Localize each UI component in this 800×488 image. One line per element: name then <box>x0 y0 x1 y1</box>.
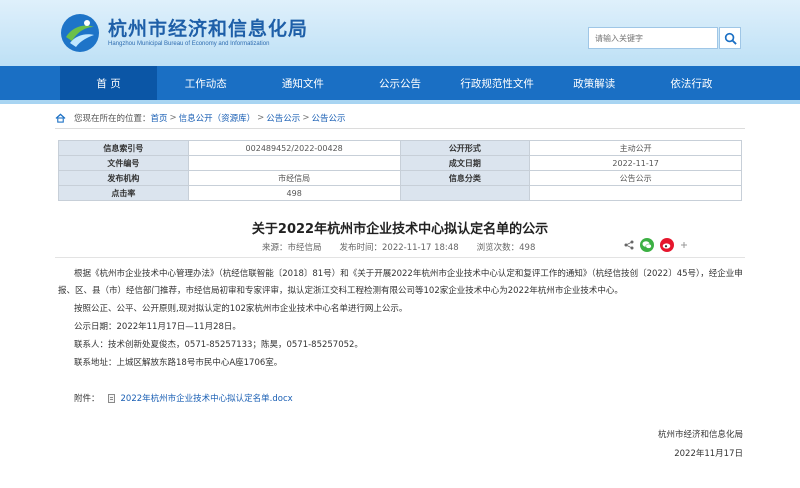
nav-item-regulations[interactable]: 行政规范性文件 <box>449 66 546 100</box>
table-label: 成文日期 <box>399 155 531 171</box>
nav-item-work-news[interactable]: 工作动态 <box>157 66 254 100</box>
table-value: 市经信局 <box>187 170 401 186</box>
home-icon <box>55 113 66 123</box>
nav-item-law[interactable]: 依法行政 <box>643 66 740 100</box>
weibo-icon[interactable] <box>660 238 674 252</box>
search-input[interactable] <box>589 28 717 48</box>
attachment-link[interactable]: 2022年杭州市企业技术中心拟认定名单.docx <box>121 392 293 404</box>
table-row: 发布机构 市经信局 信息分类 公告公示 <box>58 170 742 186</box>
search-box <box>588 27 718 49</box>
attachment-row: 附件： 2022年杭州市企业技术中心拟认定名单.docx <box>74 392 293 404</box>
signature: 杭州市经济和信息化局 <box>657 430 743 440</box>
table-value <box>187 155 401 171</box>
breadcrumb-prefix: 您现在所在的位置： <box>74 114 151 124</box>
breadcrumb-home[interactable]: 首页 <box>151 112 168 124</box>
nav-item-announcements[interactable]: 公示公告 <box>351 66 448 100</box>
plus-icon[interactable] <box>680 241 688 249</box>
breadcrumb: 您现在所在的位置： 首页 > 信息公开（资源库） > 公告公示 > 公告公示 <box>55 110 745 126</box>
table-value: 2022-11-17 <box>529 155 742 171</box>
breadcrumb-divider <box>55 128 745 129</box>
table-row: 点击率 498 <box>58 185 742 201</box>
article-paragraph: 联系地址：上城区解放东路18号市民中心A座1706室。 <box>74 358 283 368</box>
article-paragraph: 根据《杭州市企业技术中心管理办法》（杭经信联智能〔2018〕81号）和《关于开展… <box>58 269 743 296</box>
site-title[interactable]: 杭州市经济和信息化局 <box>108 14 308 41</box>
nav-item-policy[interactable]: 政策解读 <box>546 66 643 100</box>
search-icon <box>724 32 737 45</box>
article-body: 根据《杭州市企业技术中心管理办法》（杭经信联智能〔2018〕81号）和《关于开展… <box>58 266 743 372</box>
article-divider <box>55 257 745 258</box>
breadcrumb-separator: > <box>257 113 265 123</box>
share-icon[interactable] <box>624 240 634 250</box>
article-title: 关于2022年杭州市企业技术中心拟认定名单的公示 <box>251 222 549 237</box>
breadcrumb-info-open[interactable]: 信息公开（资源库） <box>179 112 256 124</box>
table-label: 公开形式 <box>399 140 531 156</box>
nav-item-notices[interactable]: 通知文件 <box>254 66 351 100</box>
table-label: 信息索引号 <box>58 140 189 156</box>
article-paragraph: 公示日期：2022年11月17日—11月28日。 <box>74 322 241 332</box>
table-label: 信息分类 <box>399 170 531 186</box>
site-subtitle: Hangzhou Municipal Bureau of Economy and… <box>108 41 270 47</box>
table-value: 002489452/2022-00428 <box>187 140 401 156</box>
signature-date: 2022年11月17日 <box>674 449 743 459</box>
article-source: 来源：市经信局 <box>262 243 322 253</box>
article-paragraph: 按照公正、公平、公开原则,现对拟认定的102家杭州市企业技术中心名单进行网上公示… <box>74 304 408 314</box>
table-row: 信息索引号 002489452/2022-00428 公开形式 主动公开 <box>58 140 742 156</box>
article-views: 浏览次数：498 <box>476 243 536 253</box>
nav-item-home[interactable]: 首 页 <box>60 66 158 100</box>
table-value: 主动公开 <box>529 140 742 156</box>
table-label: 发布机构 <box>58 170 189 186</box>
table-value: 公告公示 <box>529 170 742 186</box>
table-row: 文件编号 成文日期 2022-11-17 <box>58 155 742 171</box>
article-paragraph: 联系人：技术创新处夏俊杰，0571-85257133；陈昊，0571-85257… <box>74 340 363 350</box>
attachment-label: 附件： <box>74 394 100 404</box>
search-button[interactable] <box>719 27 741 49</box>
breadcrumb-separator: > <box>169 113 177 123</box>
article-published: 发布时间：2022-11-17 18:48 <box>339 243 459 253</box>
table-label: 文件编号 <box>58 155 189 171</box>
site-logo-icon[interactable] <box>60 13 100 53</box>
breadcrumb-current[interactable]: 公告公示 <box>311 112 345 124</box>
table-label <box>399 185 531 201</box>
wechat-icon[interactable] <box>640 238 654 252</box>
table-label: 点击率 <box>58 185 189 201</box>
document-icon <box>107 393 115 403</box>
table-value: 498 <box>187 185 401 201</box>
breadcrumb-announcements[interactable]: 公告公示 <box>266 112 300 124</box>
table-value <box>529 185 742 201</box>
share-bar <box>624 238 688 252</box>
article-meta: 来源：市经信局 发布时间：2022-11-17 18:48 浏览次数：498 <box>262 241 535 253</box>
info-table: 信息索引号 002489452/2022-00428 公开形式 主动公开 文件编… <box>58 140 742 201</box>
breadcrumb-separator: > <box>302 113 310 123</box>
main-nav: 首 页 工作动态 通知文件 公示公告 行政规范性文件 政策解读 依法行政 <box>0 66 800 100</box>
